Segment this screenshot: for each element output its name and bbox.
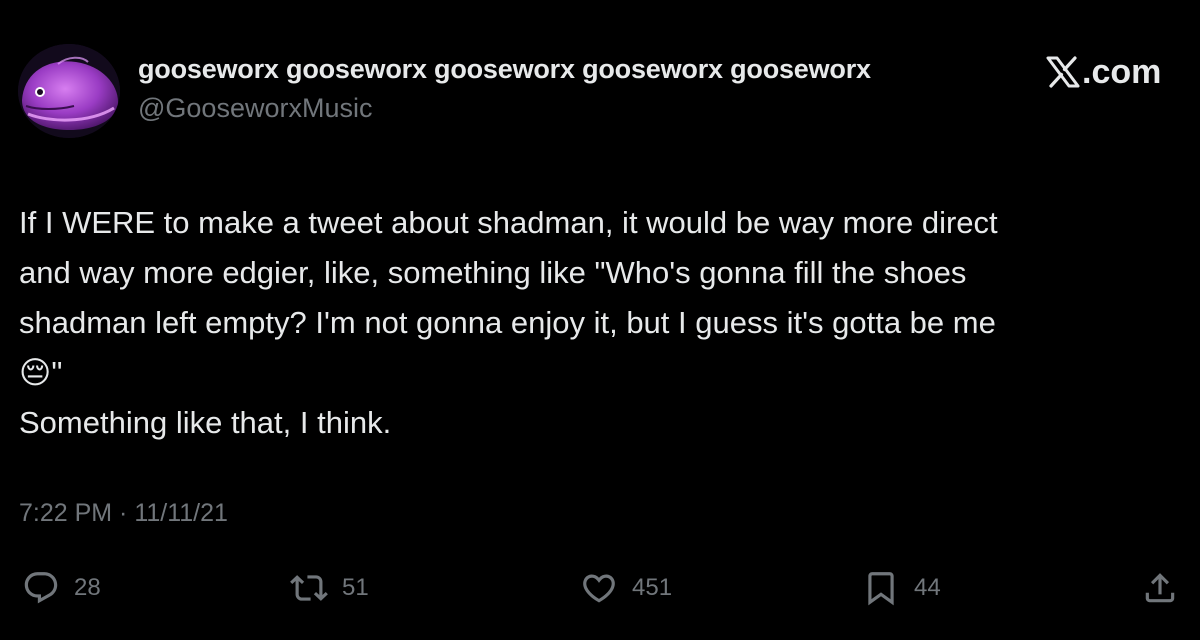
x-com-badge: .com — [1046, 52, 1161, 92]
reply-icon — [24, 572, 58, 604]
avatar-creature-image — [18, 44, 120, 138]
share-icon — [1145, 573, 1175, 603]
reply-count: 28 — [74, 574, 101, 601]
like-count: 451 — [632, 574, 673, 601]
retweet-button[interactable]: 51 — [290, 566, 369, 610]
action-bar: 28 51 451 44 — [0, 566, 1200, 610]
x-logo-icon — [1046, 56, 1080, 88]
tweet-timestamp[interactable]: 7:22 PM · 11/11/21 — [19, 499, 228, 528]
reply-button[interactable]: 28 — [22, 566, 101, 610]
bookmark-icon — [868, 572, 894, 606]
tweet-text: If I WERE to make a tweet about shadman,… — [19, 205, 998, 440]
x-com-label: .com — [1082, 53, 1162, 91]
heart-icon — [583, 574, 615, 603]
share-button[interactable] — [1141, 566, 1179, 610]
avatar[interactable] — [18, 44, 120, 138]
bookmark-button[interactable]: 44 — [862, 566, 941, 610]
like-button[interactable]: 451 — [580, 566, 672, 610]
author-handle[interactable]: @GooseworxMusic — [138, 93, 372, 124]
bookmark-count: 44 — [914, 574, 941, 601]
author-display-name[interactable]: gooseworx gooseworx gooseworx gooseworx … — [138, 54, 871, 85]
retweet-count: 51 — [342, 574, 369, 601]
retweet-icon — [290, 575, 328, 601]
